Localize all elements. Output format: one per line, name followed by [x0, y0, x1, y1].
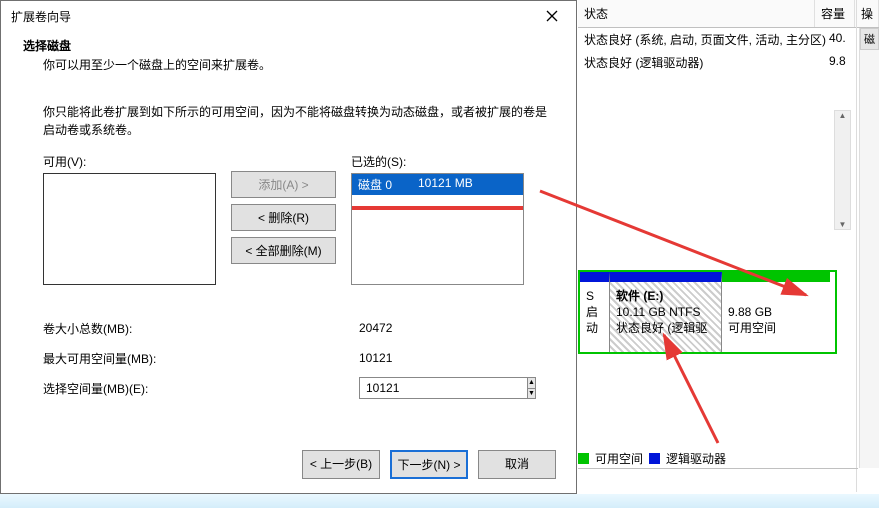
panel-divider: [856, 0, 857, 492]
actions-tab[interactable]: 磁: [860, 28, 879, 50]
selected-item[interactable]: 磁盘 0 10121 MB: [352, 174, 523, 195]
row-status: 状态良好 (系统, 启动, 页面文件, 活动, 主分区): [584, 31, 829, 48]
dialog-title: 扩展卷向导: [11, 8, 71, 25]
disk-mgmt-panel: 状态 容量 操 状态良好 (系统, 启动, 页面文件, 活动, 主分区) 40.…: [578, 0, 879, 494]
description-text: 你只能将此卷扩展到如下所示的可用空间，因为不能将磁盘转换为动态磁盘，或者被扩展的…: [43, 103, 553, 139]
partition-title: 软件 (E:): [616, 288, 715, 304]
partition-line: [728, 288, 824, 304]
available-listbox[interactable]: [43, 173, 216, 285]
section-subtitle: 你可以用至少一个磁盘上的空间来扩展卷。: [19, 56, 558, 73]
partition-line: 可用空间: [728, 320, 824, 336]
close-icon: [546, 10, 558, 22]
actions-sidebar: 磁: [859, 28, 879, 468]
dialog-footer: < 上一步(B) 下一步(N) > 取消: [302, 450, 556, 479]
cancel-button[interactable]: 取消: [478, 450, 556, 479]
panel-border: [578, 468, 858, 469]
partition-line: 9.88 GB: [728, 304, 824, 320]
scroll-down-icon[interactable]: ▼: [835, 220, 850, 229]
section-title: 选择磁盘: [19, 35, 558, 56]
scroll-up-icon[interactable]: ▲: [835, 111, 850, 120]
legend-logical-label: 逻辑驱动器: [666, 450, 726, 467]
disk-list-row[interactable]: 状态良好 (逻辑驱动器) 9.8: [578, 51, 879, 74]
max-space-value: 10121: [359, 351, 529, 365]
next-button[interactable]: 下一步(N) >: [390, 450, 468, 479]
select-space-input[interactable]: [359, 377, 528, 399]
legend-swatch-free: [578, 453, 589, 464]
total-size-value: 20472: [359, 321, 529, 335]
spin-down-icon[interactable]: ▼: [528, 388, 536, 400]
titlebar: 扩展卷向导: [1, 1, 576, 31]
select-space-label: 选择空间量(MB)(E):: [43, 380, 359, 397]
partition-line: 10.11 GB NTFS: [616, 304, 715, 320]
selected-disk: 磁盘 0: [358, 176, 418, 193]
legend: 可用空间 逻辑驱动器: [578, 450, 726, 467]
status-bar: [0, 494, 879, 508]
close-button[interactable]: [532, 2, 572, 30]
row-status: 状态良好 (逻辑驱动器): [584, 54, 829, 71]
selected-listbox[interactable]: 磁盘 0 10121 MB: [351, 173, 524, 285]
col-status[interactable]: 状态: [578, 0, 815, 27]
vertical-scrollbar[interactable]: ▲ ▼: [834, 110, 851, 230]
disk-list-header: 状态 容量 操: [578, 0, 879, 28]
disk-list-row[interactable]: 状态良好 (系统, 启动, 页面文件, 活动, 主分区) 40.: [578, 28, 879, 51]
partition-line: 状态良好 (逻辑驱: [616, 320, 715, 336]
partition-line: S: [586, 288, 603, 304]
partition-software[interactable]: 软件 (E:) 10.11 GB NTFS 状态良好 (逻辑驱: [610, 272, 722, 352]
partition-line: 启动: [586, 304, 603, 336]
remove-all-button[interactable]: < 全部删除(M): [231, 237, 336, 264]
col-ops[interactable]: 操: [855, 0, 879, 27]
disk-layout: S 启动 软件 (E:) 10.11 GB NTFS 状态良好 (逻辑驱 9.8…: [578, 270, 837, 354]
legend-swatch-logical: [649, 453, 660, 464]
legend-free-label: 可用空间: [595, 450, 643, 467]
selected-label: 已选的(S):: [351, 153, 524, 170]
extend-volume-wizard: 扩展卷向导 选择磁盘 你可以用至少一个磁盘上的空间来扩展卷。 你只能将此卷扩展到…: [0, 0, 577, 494]
spin-up-icon[interactable]: ▲: [528, 377, 536, 388]
max-space-label: 最大可用空间量(MB):: [43, 350, 359, 367]
select-space-spinner[interactable]: ▲ ▼: [359, 377, 536, 399]
available-label: 可用(V):: [43, 153, 216, 170]
col-capacity[interactable]: 容量: [815, 0, 855, 27]
partition-system[interactable]: S 启动: [580, 272, 610, 352]
partition-free[interactable]: 9.88 GB 可用空间: [722, 272, 830, 352]
selected-size: 10121 MB: [418, 176, 473, 193]
dialog-body: 选择磁盘 你可以用至少一个磁盘上的空间来扩展卷。 你只能将此卷扩展到如下所示的可…: [1, 31, 576, 403]
remove-button[interactable]: < 删除(R): [231, 204, 336, 231]
total-size-label: 卷大小总数(MB):: [43, 320, 359, 337]
add-button: 添加(A) >: [231, 171, 336, 198]
back-button[interactable]: < 上一步(B): [302, 450, 380, 479]
